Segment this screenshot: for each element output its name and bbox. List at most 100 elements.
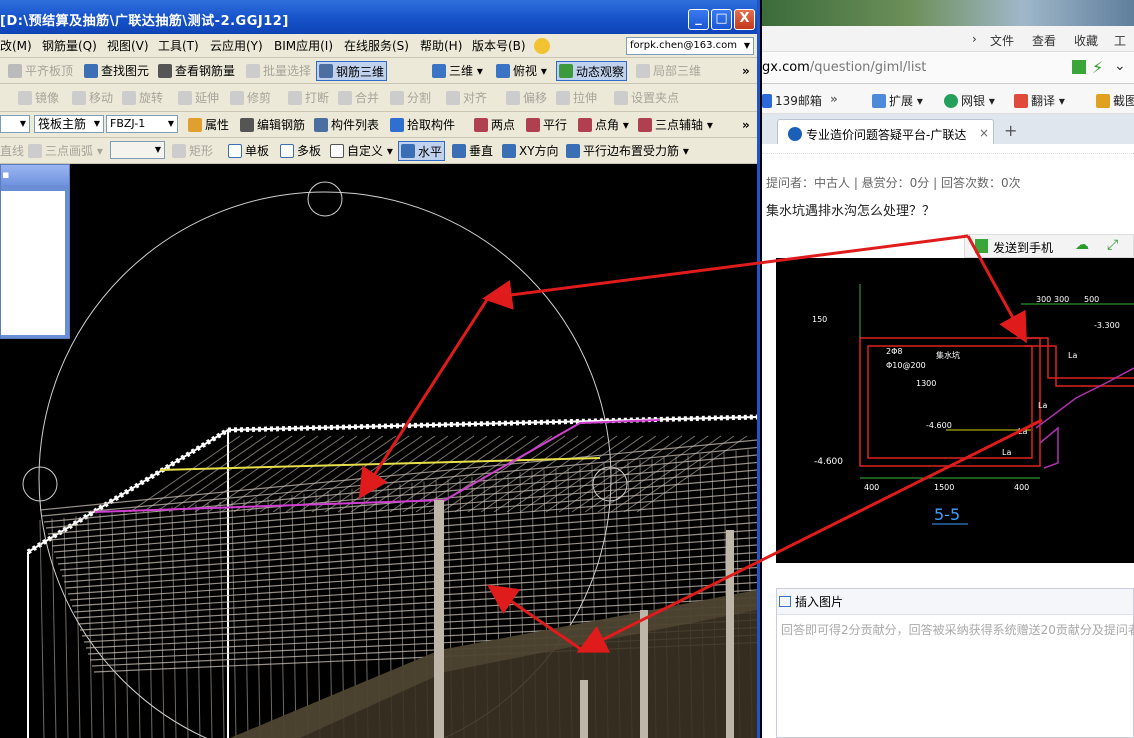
break-button[interactable]: 打断: [288, 84, 329, 111]
rebar-3d-button[interactable]: 钢筋三维: [316, 61, 388, 81]
grid-3d-icon: [319, 64, 333, 78]
panel-header[interactable]: ▪: [1, 165, 69, 185]
rotate-button[interactable]: 旋转: [122, 84, 163, 111]
split-button[interactable]: 分割: [390, 84, 431, 111]
point-angle-dropdown[interactable]: 点角 ▾: [578, 112, 629, 137]
two-point-button[interactable]: 两点: [474, 112, 515, 137]
menu-help[interactable]: 帮助(H): [420, 34, 462, 57]
new-tab-button[interactable]: +: [1004, 121, 1017, 140]
element-name-value: FBZJ-1: [110, 117, 146, 130]
three-point-axis-dropdown[interactable]: 三点辅轴 ▾: [638, 112, 713, 137]
send-to-phone-link[interactable]: 发送到手机: [993, 239, 1053, 256]
maximize-button[interactable]: □: [711, 9, 732, 30]
properties-button[interactable]: 属性: [188, 112, 229, 137]
menu-expand-icon[interactable]: ›: [972, 32, 977, 46]
screenshot-button[interactable]: 截图: [1096, 92, 1134, 109]
orbit-handle-top[interactable]: [307, 181, 343, 217]
set-grip-button[interactable]: 设置夹点: [614, 84, 679, 111]
question-image[interactable]: -4.600 150 300 300 500 1300 -4.600 2Φ8 Φ…: [776, 258, 1134, 563]
bank-button[interactable]: 网银 ▾: [944, 92, 995, 109]
parallel-edge-button[interactable]: 平行边布置受力筋 ▾: [566, 138, 689, 163]
properties-panel[interactable]: ▪: [0, 164, 70, 339]
chevron-down-icon[interactable]: ⌄: [1114, 58, 1126, 74]
batch-select-button[interactable]: 批量选择: [246, 58, 311, 83]
align-top-button[interactable]: 平齐板顶: [8, 58, 73, 83]
url-text[interactable]: gx.com/question/giml/list: [762, 60, 926, 75]
rectangle-button[interactable]: 矩形: [172, 138, 213, 163]
translate-button[interactable]: 翻译 ▾: [1014, 92, 1065, 109]
bookmark-bar: 139邮箱 » 扩展 ▾ 网银 ▾ 翻译 ▾ 截图: [762, 84, 1134, 114]
partial-3d-button[interactable]: 局部三维: [636, 58, 701, 83]
menu-version[interactable]: 版本号(B): [472, 34, 526, 57]
align-button[interactable]: 对齐: [446, 84, 487, 111]
lightning-icon[interactable]: ⚡: [1092, 58, 1103, 77]
answer-textarea[interactable]: 回答即可得2分贡献分，回答被采纳获得系统赠送20贡献分及提问者: [777, 615, 1134, 644]
stretch-button[interactable]: 拉伸: [556, 84, 597, 111]
parallel-button[interactable]: 平行: [526, 112, 567, 137]
account-dropdown[interactable]: forpk.chen@163.com ▼: [626, 37, 754, 55]
bookmark-overflow-icon[interactable]: »: [830, 92, 838, 106]
bank-icon: [944, 93, 958, 108]
menu-bim[interactable]: BIM应用(I): [274, 34, 333, 57]
cloud-icon[interactable]: ☁: [1075, 237, 1089, 253]
offset-button[interactable]: 偏移: [506, 84, 547, 111]
address-bar[interactable]: gx.com/question/giml/list ⚡ ⌄: [762, 52, 1134, 84]
menu-file[interactable]: 文件: [990, 32, 1014, 49]
line-button[interactable]: 直线: [0, 138, 24, 163]
three-d-dropdown[interactable]: 三维 ▾: [432, 58, 483, 83]
move-button[interactable]: 移动: [72, 84, 113, 111]
find-element-button[interactable]: 查找图元: [84, 58, 149, 83]
menu-view[interactable]: 查看: [1032, 32, 1056, 49]
mirror-button[interactable]: 镜像: [18, 84, 59, 111]
view-rebar-qty-button[interactable]: 查看钢筋量: [158, 58, 235, 83]
single-slab-button[interactable]: 单板: [228, 138, 269, 163]
smiley-icon[interactable]: [534, 34, 553, 57]
qr-icon[interactable]: [1072, 60, 1086, 74]
minimize-button[interactable]: _: [688, 9, 709, 30]
xy-direction-button[interactable]: XY方向: [502, 138, 559, 163]
custom-dropdown[interactable]: 自定义 ▾: [330, 138, 393, 163]
arc-button[interactable]: 三点画弧 ▾: [28, 138, 103, 163]
multi-slab-icon: [280, 143, 294, 158]
menu-view[interactable]: 视图(V): [107, 34, 149, 57]
menu-tools[interactable]: 工具(T): [158, 34, 199, 57]
insert-image-button[interactable]: 插入图片: [795, 595, 843, 609]
bookmark-139mail[interactable]: 139邮箱: [762, 92, 822, 109]
menu-modify[interactable]: 改(M): [0, 34, 32, 57]
title-bar[interactable]: [D:\预结算及抽筋\广联达抽筋\测试-2.GGJ12] _ □ X: [0, 0, 760, 34]
fullscreen-icon[interactable]: ⤢: [1107, 237, 1118, 253]
menu-online[interactable]: 在线服务(S): [344, 34, 409, 57]
vertical-button[interactable]: 垂直: [452, 138, 493, 163]
menu-favorites[interactable]: 收藏: [1074, 32, 1098, 49]
answer-box[interactable]: 插入图片 回答即可得2分贡献分，回答被采纳获得系统赠送20贡献分及提问者: [776, 588, 1134, 738]
edit-rebar-button[interactable]: 编辑钢筋: [240, 112, 305, 137]
horizontal-button[interactable]: 水平: [398, 141, 446, 161]
tab-close-icon[interactable]: ×: [979, 126, 989, 140]
dim-label: -4.600: [926, 421, 952, 430]
scissors-icon: [1096, 93, 1110, 108]
menu-rebar-qty[interactable]: 钢筋量(Q): [42, 34, 97, 57]
binoculars-icon: [84, 63, 98, 78]
menu-cloud[interactable]: 云应用(Y): [210, 34, 263, 57]
multi-slab-button[interactable]: 多板: [280, 138, 321, 163]
dim-label: 300: [1036, 295, 1051, 304]
more-tools-button[interactable]: »: [742, 112, 750, 137]
top-view-dropdown[interactable]: 俯视 ▾: [496, 58, 547, 83]
pick-element-button[interactable]: 拾取构件: [390, 112, 455, 137]
draw-mode-combo[interactable]: ▼: [110, 141, 165, 159]
trim-button[interactable]: 修剪: [230, 84, 271, 111]
extensions-button[interactable]: 扩展 ▾: [872, 92, 923, 109]
toolbar-draw: 直线 三点画弧 ▾ ▼ 矩形 单板 多板 自定义 ▾ 水平 垂直 XY方向 平行…: [0, 138, 760, 164]
extend-button[interactable]: 延伸: [178, 84, 219, 111]
rebar-3d-viewport[interactable]: [0, 164, 758, 738]
break-label: 打断: [305, 91, 330, 105]
orbit-button[interactable]: 动态观察: [556, 61, 628, 81]
more-tools-button[interactable]: »: [742, 58, 750, 83]
element-list-button[interactable]: 构件列表: [314, 112, 379, 137]
floor-combo[interactable]: ▼: [0, 115, 30, 133]
merge-button[interactable]: 合并: [338, 84, 379, 111]
close-button[interactable]: X: [734, 9, 755, 30]
element-name-combo[interactable]: FBZJ-1 ▼: [106, 115, 178, 133]
note-label: Φ10@200: [886, 361, 926, 370]
element-type-combo[interactable]: 筏板主筋 ▼: [34, 115, 104, 133]
